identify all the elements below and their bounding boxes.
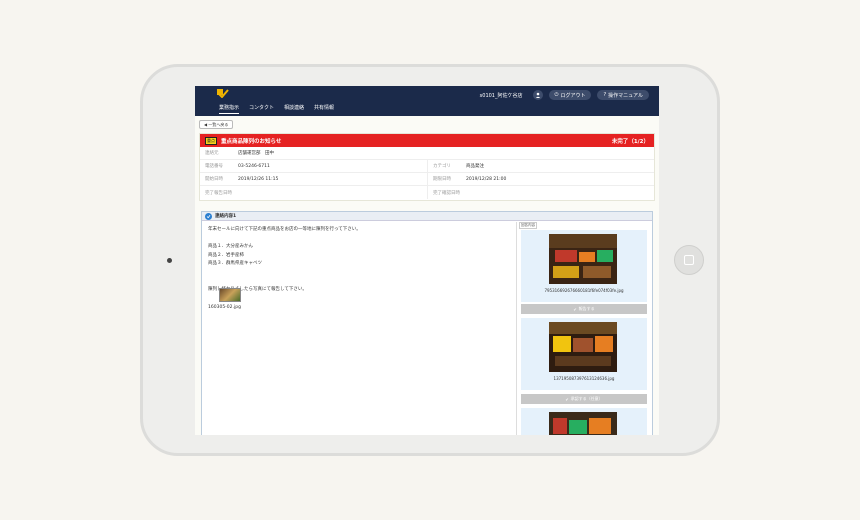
- message-line: 商品１．大分産みかん: [208, 244, 253, 249]
- home-button[interactable]: [674, 245, 704, 275]
- attachment-filename[interactable]: 160305-02.jpg: [208, 305, 241, 310]
- main-nav: 業務指示 コンタクト 相談連絡 共有情報: [219, 104, 334, 114]
- priority-icon: 重点: [205, 136, 217, 145]
- notice-status: 未完了（1/2）: [611, 138, 649, 145]
- notice-header: 重点 重点商品陳列のお知らせ 未完了（1/2）: [200, 134, 654, 147]
- info-label: 開始日時: [205, 177, 223, 182]
- check-icon: ✔: [573, 306, 577, 312]
- report-button[interactable]: ✔ 報告する: [521, 304, 647, 314]
- check-circle-icon: [205, 212, 212, 220]
- info-value: 2019/12/28 21:00: [466, 176, 507, 182]
- nav-shared[interactable]: 共有情報: [314, 104, 334, 114]
- app-screen: 業務指示 コンタクト 相談連絡 共有情報 s0101_阿佐ケ谷店 ⏻ ログアウト…: [195, 86, 659, 435]
- manual-button[interactable]: ? 操作マニュアル: [597, 90, 649, 100]
- message-line: 商品２．岩手産柿: [208, 252, 244, 258]
- logout-button[interactable]: ⏻ ログアウト: [548, 90, 592, 100]
- store-produce-photo[interactable]: [549, 412, 617, 435]
- report-button-label: 報告する: [578, 306, 595, 311]
- message-line: 年末セールに向けて下記の重点商品をお店の一等地に陳列を行って下さい。: [208, 227, 361, 232]
- info-label: 完了報告日時: [205, 190, 232, 196]
- report-column: 回答内容 795316692676660181f6fe074f03fe.jpg …: [516, 222, 652, 435]
- notice-title: 重点商品陳列のお知らせ: [221, 138, 282, 145]
- message-body: 年末セールに向けて下記の重点商品をお店の一等地に陳列を行って下さい。 商品１．大…: [208, 226, 508, 294]
- report-label: 回答内容: [519, 222, 537, 229]
- message-line: [208, 269, 508, 278]
- info-row: 電話番号 03-5246-6711 カテゴリ 商品発注: [200, 160, 654, 173]
- logo-check-icon: [217, 89, 229, 98]
- store-produce-photo[interactable]: [549, 322, 617, 372]
- info-value: 2019/12/26 11:15: [238, 176, 279, 182]
- info-label: 期限日時: [433, 177, 451, 182]
- store-name: s0101_阿佐ケ谷店: [479, 92, 523, 99]
- message-line: [208, 235, 508, 244]
- info-row: 連絡元 店舗運営部 田中: [200, 147, 654, 160]
- message-line: 商品３．群馬県産キャベツ: [208, 261, 262, 266]
- store-produce-photo[interactable]: [549, 234, 617, 284]
- logout-label: ログアウト: [560, 92, 586, 99]
- app-header: 業務指示 コンタクト 相談連絡 共有情報 s0101_阿佐ケ谷店 ⏻ ログアウト…: [195, 86, 659, 116]
- nav-tasks[interactable]: 業務指示: [219, 104, 240, 114]
- detail-title: 連絡内容1: [215, 214, 237, 219]
- detail-panel: 連絡内容1 年末セールに向けて下記の重点商品をお店の一等地に陳列を行って下さい。…: [201, 211, 653, 435]
- attachment-thumbnail[interactable]: [219, 288, 241, 302]
- photo-filename: 795316692676660181f6fe074f03fe.jpg: [544, 288, 624, 293]
- message-line: 陳列し終わりましたら写真にて報告して下さい。: [208, 286, 307, 292]
- photo-card: 795316692676660181f6fe074f03fe.jpg: [521, 230, 647, 302]
- approve-button-label: 承認する（任意）: [570, 396, 603, 401]
- message-line: [208, 277, 508, 286]
- camera-dot: [167, 258, 172, 263]
- photo-filename: 137195087397613124636.jpg: [553, 376, 615, 381]
- info-value: 03-5246-6711: [238, 163, 270, 169]
- info-label: 電話番号: [205, 164, 223, 169]
- photo-card: [521, 408, 647, 435]
- check-icon: ✔: [565, 396, 569, 402]
- help-icon: ?: [603, 92, 607, 98]
- info-row: 開始日時 2019/12/26 11:15 期限日時 2019/12/28 21…: [200, 173, 654, 186]
- back-button[interactable]: ◀ 一覧へ戻る: [199, 120, 234, 129]
- info-label: 完了確認日時: [433, 190, 460, 196]
- info-value: 商品発注: [466, 164, 484, 169]
- nav-contact[interactable]: コンタクト: [249, 104, 274, 114]
- notice-box: 重点 重点商品陳列のお知らせ 未完了（1/2） 連絡元 店舗運営部 田中 電話番…: [199, 133, 655, 201]
- user-icon[interactable]: [532, 90, 543, 100]
- info-label: 連絡元: [205, 151, 219, 156]
- manual-label: 操作マニュアル: [608, 92, 643, 99]
- info-row: 完了報告日時 完了確認日時: [200, 186, 654, 199]
- nav-consult[interactable]: 相談連絡: [284, 104, 304, 114]
- power-icon: ⏻: [554, 92, 559, 98]
- info-value: 店舗運営部 田中: [238, 151, 274, 156]
- approve-button[interactable]: ✔ 承認する（任意）: [521, 394, 647, 404]
- detail-header: 連絡内容1: [202, 212, 652, 221]
- photo-card: 137195087397613124636.jpg: [521, 318, 647, 390]
- back-label: 一覧へ戻る: [208, 121, 229, 127]
- info-label: カテゴリ: [433, 164, 451, 169]
